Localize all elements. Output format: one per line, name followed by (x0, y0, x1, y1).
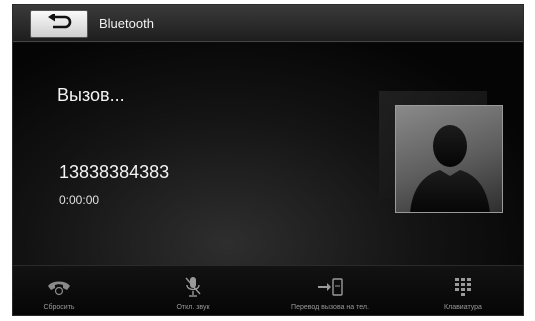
contact-silhouette-icon (396, 125, 502, 212)
hang-up-icon (46, 276, 72, 298)
contact-avatar (395, 105, 503, 213)
keypad-button[interactable]: Клавиатура (433, 266, 493, 315)
app-title: Bluetooth (99, 16, 154, 31)
back-button[interactable] (30, 10, 88, 38)
action-bar: Сбросить Откл. звук Перевод вызова на те… (13, 265, 523, 315)
microphone-mute-icon (184, 276, 202, 298)
back-arrow-icon (46, 12, 72, 35)
call-status: Вызов... (57, 85, 125, 105)
phone-screen: Bluetooth Вызов... 13838384383 0:00:00 С… (12, 4, 524, 316)
transfer-call-button[interactable]: Перевод вызова на тел. (275, 266, 385, 315)
keypad-label: Клавиатура (444, 304, 482, 311)
mute-label: Откл. звук (176, 304, 210, 311)
phone-number: 13838384383 (59, 162, 170, 182)
call-duration: 0:00:00 (59, 193, 100, 207)
hang-up-label: Сбросить (43, 304, 75, 311)
top-bar: Bluetooth (13, 5, 523, 42)
transfer-call-label: Перевод вызова на тел. (291, 304, 369, 311)
keypad-icon (454, 276, 472, 298)
call-panel: Вызов... 13838384383 0:00:00 (13, 43, 523, 265)
transfer-to-phone-icon (316, 276, 344, 298)
hang-up-button[interactable]: Сбросить (29, 266, 89, 315)
mute-button[interactable]: Откл. звук (163, 266, 223, 315)
